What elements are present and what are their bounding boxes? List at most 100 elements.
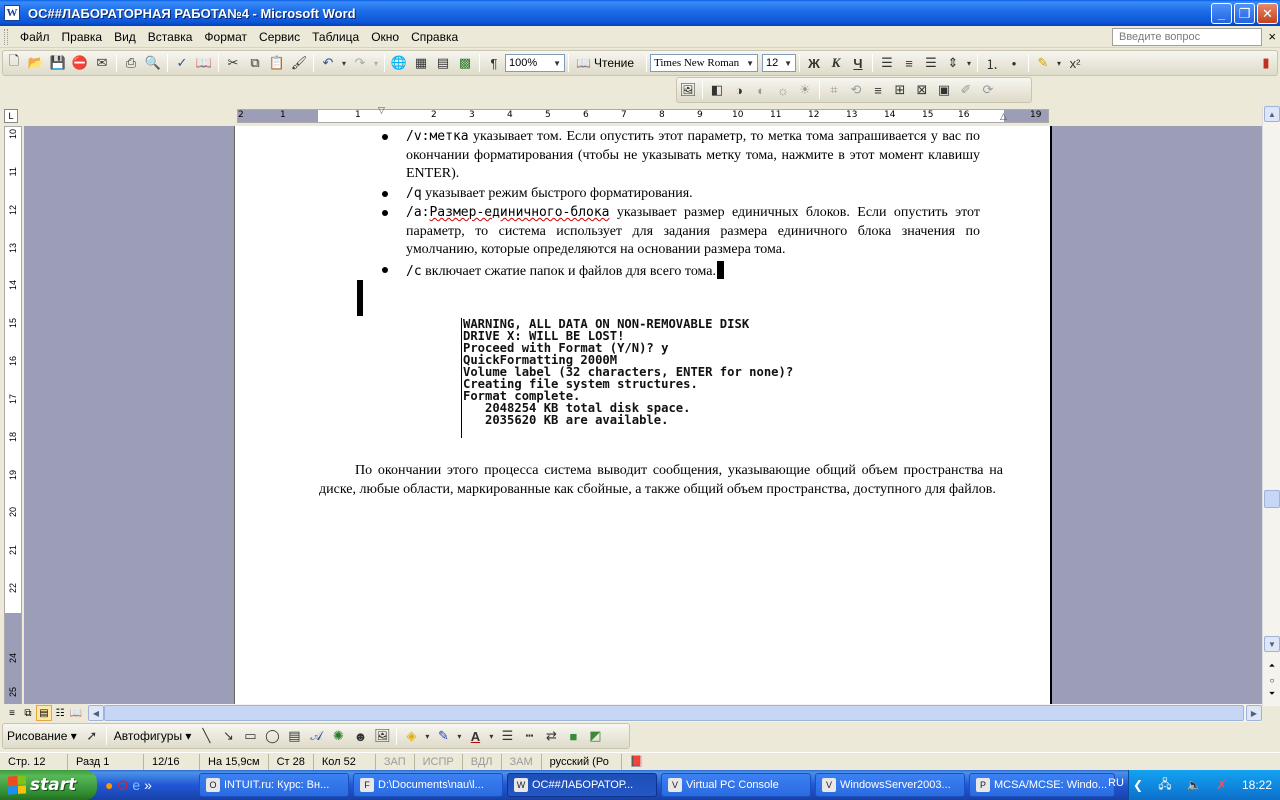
set-transparent-color-icon[interactable]: ✐ (955, 79, 977, 101)
horizontal-scrollbar[interactable]: ◀ ▶ (88, 704, 1262, 722)
quick-launch-more-icon[interactable]: » (144, 777, 152, 793)
justify-icon[interactable]: ☰ (920, 52, 942, 74)
print-layout-view-icon[interactable]: ▤ (36, 705, 52, 721)
select-objects-icon[interactable]: ➚ (81, 725, 103, 747)
text-wrapping-icon[interactable]: ⊠ (911, 79, 933, 101)
line-color-icon[interactable]: ✎ (432, 725, 454, 747)
draw-menu-button[interactable]: Рисование ▾ (3, 729, 81, 743)
paste-icon[interactable]: 📋 (266, 52, 288, 74)
vertical-ruler[interactable]: 10 11 12 13 14 15 16 17 18 19 20 21 22 2… (4, 126, 22, 707)
font-size-select[interactable]: 12 ▼ (762, 54, 796, 72)
new-document-icon[interactable]: 🗋 (3, 52, 25, 74)
list-item[interactable]: /a:Размер-единичного-блока указывает раз… (380, 204, 980, 260)
scroll-left-button[interactable]: ◀ (88, 705, 104, 721)
restore-button[interactable]: ❐ (1234, 3, 1255, 24)
menu-window[interactable]: Окно (365, 30, 405, 44)
menu-tools[interactable]: Сервис (253, 30, 306, 44)
opera-icon[interactable]: O (117, 777, 128, 793)
tray-expand-icon[interactable]: ❮ (1133, 778, 1143, 792)
bullets-icon[interactable]: • (1003, 52, 1025, 74)
taskbar-item[interactable]: P MCSA/MCSE: Windo... (969, 773, 1115, 797)
reset-picture-icon[interactable]: ⟳ (977, 79, 999, 101)
volume-icon[interactable]: 🔈 (1187, 778, 1202, 792)
menu-view[interactable]: Вид (108, 30, 142, 44)
menu-table[interactable]: Таблица (306, 30, 365, 44)
format-picture-icon[interactable]: ▣ (933, 79, 955, 101)
horizontal-ruler[interactable]: 2 1 1 2 3 4 5 6 7 8 9 10 11 12 13 14 15 … (237, 106, 1049, 123)
line-icon[interactable]: ╲ (195, 725, 217, 747)
menu-grip[interactable] (4, 28, 8, 45)
permission-icon[interactable]: ⛔ (69, 52, 91, 74)
status-extend[interactable]: ВДЛ (463, 753, 502, 770)
color-icon[interactable]: ◧ (706, 79, 728, 101)
arrow-icon[interactable]: ↘ (217, 725, 239, 747)
open-icon[interactable]: 📂 (25, 52, 47, 74)
save-icon[interactable]: 💾 (47, 52, 69, 74)
body-paragraph[interactable]: По окончании этого процесса система выво… (319, 462, 1003, 499)
close-button[interactable]: ✕ (1257, 3, 1278, 24)
text-box-icon[interactable]: ▤ (283, 725, 305, 747)
insert-excel-icon[interactable]: ▩ (454, 52, 476, 74)
insert-picture-icon[interactable]: 🖼 (677, 79, 699, 101)
research-book-icon[interactable]: ▮ (1255, 52, 1277, 74)
dash-style-icon[interactable]: ┅ (518, 725, 540, 747)
rectangle-icon[interactable]: ▭ (239, 725, 261, 747)
clock[interactable]: 18:22 (1242, 778, 1272, 792)
vertical-scrollbar[interactable]: ▲ ▼ ⏶ ○ ⏷ (1262, 106, 1280, 706)
underline-button[interactable]: Ч (847, 52, 869, 74)
reading-view-icon[interactable]: 📖 (68, 705, 84, 721)
first-line-indent-marker[interactable]: ▽ (378, 106, 385, 116)
tables-borders-icon[interactable]: ▦ (410, 52, 432, 74)
close-document-icon[interactable]: × (1268, 29, 1276, 44)
network-icon[interactable]: 🖧 (1158, 775, 1171, 796)
horizontal-scroll-thumb[interactable] (104, 705, 1244, 721)
menu-file[interactable]: Файл (14, 30, 56, 44)
shadow-style-icon[interactable]: ■ (562, 725, 584, 747)
taskbar-item[interactable]: V Virtual PC Console (661, 773, 811, 797)
firefox-icon[interactable]: ● (105, 777, 113, 793)
insert-table-icon[interactable]: ▤ (432, 52, 454, 74)
list-item[interactable]: /q указывает режим быстрого форматирован… (380, 185, 980, 204)
copy-icon[interactable]: ⧉ (244, 52, 266, 74)
print-preview-icon[interactable]: 🔍 (142, 52, 164, 74)
menu-insert[interactable]: Вставка (142, 30, 199, 44)
line-spacing-icon[interactable]: ⇕ (942, 52, 964, 74)
status-record-macro[interactable]: ЗАП (376, 753, 415, 770)
spelling-icon[interactable]: ✓ (171, 52, 193, 74)
tab-selector[interactable]: L (4, 109, 18, 123)
scroll-up-button[interactable]: ▲ (1264, 106, 1280, 122)
clipart-icon[interactable]: ☻ (349, 725, 371, 747)
highlight-icon[interactable]: ✎ (1032, 52, 1054, 74)
compress-icon[interactable]: ⊞ (889, 79, 911, 101)
taskbar-item[interactable]: V WindowsServer2003... (815, 773, 965, 797)
taskbar-item[interactable]: F D:\Documents\nau\l... (353, 773, 503, 797)
list-item[interactable]: /v:метка указывает том. Если опустить эт… (380, 128, 980, 184)
help-search-input[interactable]: Введите вопрос (1112, 28, 1262, 46)
line-style-icon[interactable]: ☰ (496, 725, 518, 747)
vertical-scroll-thumb[interactable] (1264, 490, 1280, 508)
italic-button[interactable]: К (825, 52, 847, 74)
email-icon[interactable]: ✉ (91, 52, 113, 74)
ie-icon[interactable]: e (132, 777, 140, 793)
word-app-icon[interactable]: W (4, 5, 20, 21)
redo-dropdown-icon[interactable]: ▾ (371, 52, 381, 74)
oval-icon[interactable]: ◯ (261, 725, 283, 747)
cut-icon[interactable]: ✂ (222, 52, 244, 74)
3d-style-icon[interactable]: ◩ (584, 725, 606, 747)
document-page[interactable]: /v:метка указывает том. Если опустить эт… (234, 126, 1052, 706)
line-spacing-dropdown-icon[interactable]: ▾ (964, 52, 974, 74)
antivirus-icon[interactable]: ✗ (1217, 778, 1227, 792)
numbering-icon[interactable]: ⒈ (981, 52, 1003, 74)
print-icon[interactable]: ⎙ (120, 52, 142, 74)
reading-mode-button[interactable]: 📖 Чтение (572, 56, 638, 70)
right-indent-marker[interactable]: △ (1000, 112, 1007, 122)
font-name-select[interactable]: Times New Roman ▼ (650, 54, 758, 72)
normal-view-icon[interactable]: ≡ (4, 705, 20, 721)
insert-picture-icon[interactable]: 🖼 (371, 725, 393, 747)
line-color-dropdown-icon[interactable]: ▾ (454, 725, 464, 747)
web-view-icon[interactable]: ⧉ (20, 705, 36, 721)
menu-edit[interactable]: Правка (56, 30, 109, 44)
spelling-status-icon[interactable]: 📕 (622, 754, 652, 770)
status-language[interactable]: русский (Ро (542, 753, 622, 770)
line-style-icon[interactable]: ≡ (867, 79, 889, 101)
